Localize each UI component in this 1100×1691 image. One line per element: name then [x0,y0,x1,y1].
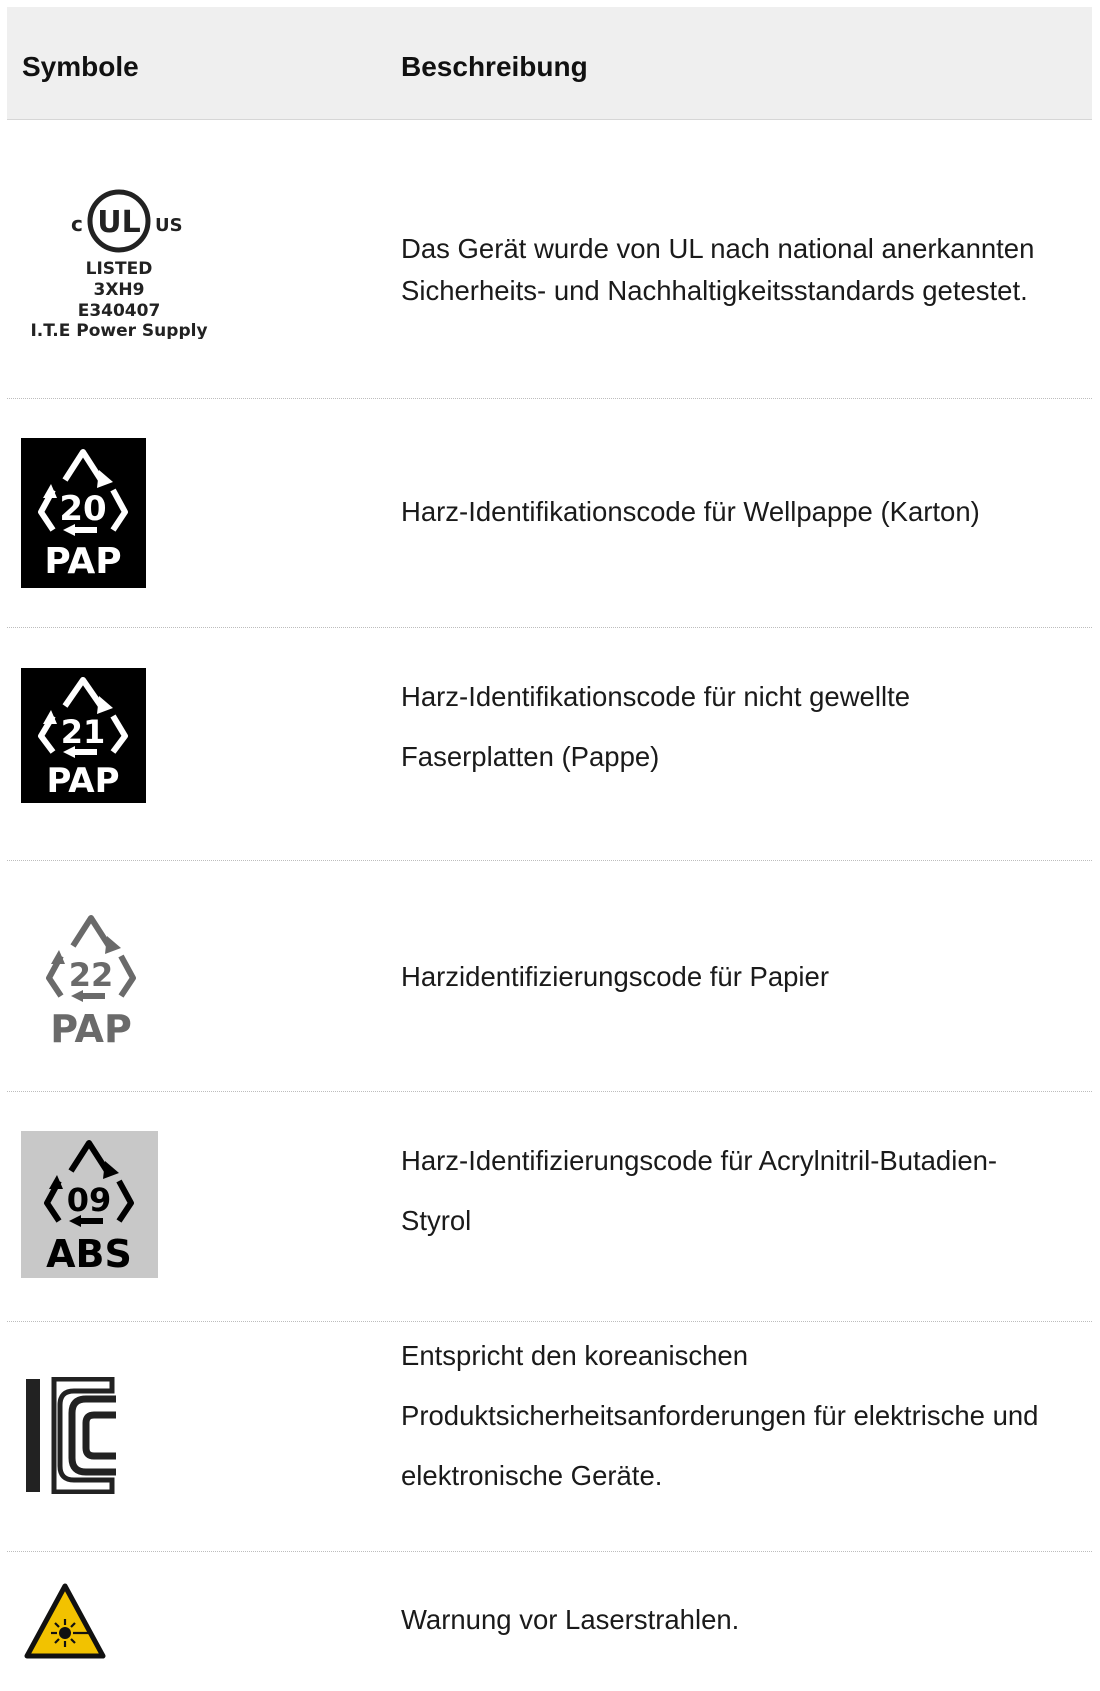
laser-warning-icon [24,1583,106,1659]
row-description: Harzidentifizierungscode für Papier [401,961,829,992]
row-description: Warnung vor Laserstrahlen. [401,1604,740,1635]
svg-text:22: 22 [69,956,114,994]
row-description: Harz-Identifikationscode für Wellpappe (… [401,496,980,527]
svg-text:PAP: PAP [50,1007,132,1048]
svg-text:PAP: PAP [44,541,121,582]
table-row: 22 PAP Harzidentifizierungscode für Papi… [7,860,1092,1092]
svg-text:ABS: ABS [46,1232,132,1276]
table-row: Warnung vor Laserstrahlen. [7,1551,1092,1691]
row-description: Entspricht den koreanischen Produktsiche… [401,1340,1039,1491]
svg-text:21: 21 [61,713,106,751]
row-description: Harz-Identifikationscode für nicht gewel… [401,681,911,772]
svg-text:I.T.E Power Supply: I.T.E Power Supply [30,321,207,339]
table-header: Symbole Beschreibung [7,7,1092,120]
table-row: 09 ABS Harz-Identifizierungscode für Acr… [7,1091,1092,1322]
symbols-column-header: Symbole [22,51,139,82]
svg-text:UL: UL [97,205,140,240]
table-row: Entspricht den koreanischen Produktsiche… [7,1321,1092,1552]
recycling-09-abs-icon: 09 ABS [21,1131,158,1278]
recycling-20-pap-icon: 20 PAP [21,438,146,588]
table-row: 21 PAP Harz-Identifikationscode für nich… [7,627,1092,861]
svg-text:US: US [155,215,183,236]
table-row: c UL US LISTED 3XH9 E340407 I.T.E Power … [7,119,1092,399]
svg-text:c: c [71,212,83,236]
ul-listed-mark-icon: c UL US LISTED 3XH9 E340407 I.T.E Power … [30,189,208,339]
svg-text:E340407: E340407 [78,301,161,321]
table-row: 20 PAP Harz-Identifikationscode für Well… [7,398,1092,628]
description-column-header: Beschreibung [401,51,588,82]
svg-text:20: 20 [59,489,106,529]
svg-text:PAP: PAP [46,761,119,801]
row-description: Harz-Identifizierungscode für Acrylnitri… [401,1145,998,1236]
kc-mark-icon [26,1377,116,1494]
svg-text:3XH9: 3XH9 [94,280,145,300]
svg-text:LISTED: LISTED [86,259,153,279]
svg-text:09: 09 [67,1181,112,1219]
recycling-22-pap-icon: 22 PAP [46,915,136,1048]
row-description: Das Gerät wurde von UL nach national ane… [401,233,1035,306]
recycling-21-pap-icon: 21 PAP [21,668,146,803]
